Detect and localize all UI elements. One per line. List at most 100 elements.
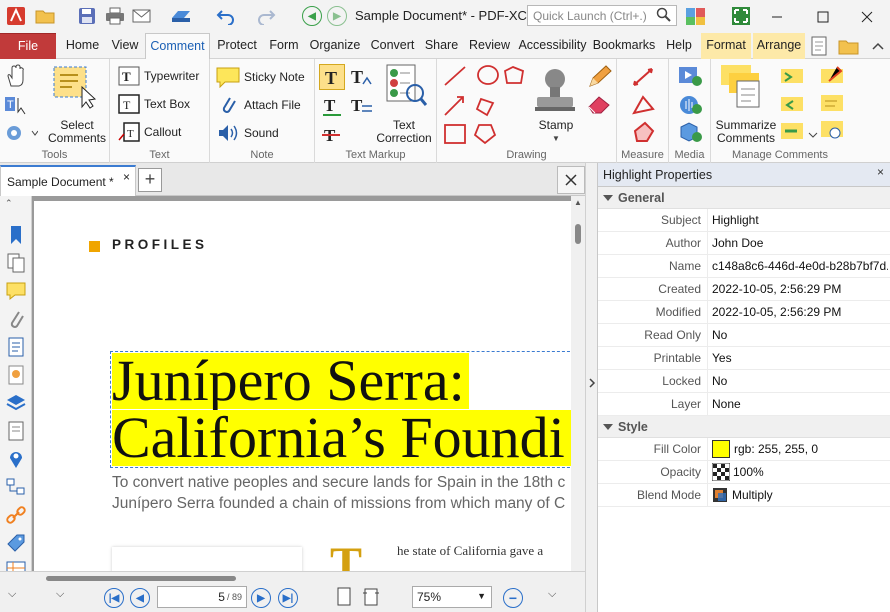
hand-tool-icon[interactable] bbox=[5, 64, 27, 91]
panel-splitter[interactable] bbox=[585, 163, 597, 612]
fill-color-swatch[interactable] bbox=[712, 440, 730, 458]
prop-row-modified[interactable]: Modified 2022-10-05, 2:56:29 PM bbox=[598, 300, 890, 324]
tab-format[interactable]: Format bbox=[701, 33, 751, 59]
redo-icon[interactable] bbox=[255, 5, 277, 27]
prop-row-read-only[interactable]: Read Only No bbox=[598, 323, 890, 347]
forward-icon[interactable]: ▶ bbox=[327, 6, 347, 26]
horizontal-scrollbar[interactable] bbox=[36, 575, 570, 583]
tab-home[interactable]: Home bbox=[61, 33, 104, 59]
hscroll-thumb[interactable] bbox=[46, 576, 236, 581]
insert-text-icon[interactable]: T bbox=[349, 64, 375, 91]
snapshot-icon[interactable] bbox=[4, 123, 39, 146]
tab-view[interactable]: View bbox=[107, 33, 143, 59]
tag-icon[interactable] bbox=[5, 532, 27, 554]
prop-row-printable[interactable]: Printable Yes bbox=[598, 346, 890, 370]
eraser-icon[interactable] bbox=[587, 93, 613, 118]
print-icon[interactable] bbox=[104, 5, 126, 27]
section-general[interactable]: General bbox=[598, 187, 890, 209]
drawing-shapes-icons[interactable] bbox=[443, 63, 535, 147]
zoom-select[interactable]: 75% ▼ bbox=[412, 586, 492, 608]
prop-row-subject[interactable]: Subject Highlight bbox=[598, 208, 890, 232]
email-icon[interactable] bbox=[131, 5, 153, 27]
page-number-input[interactable]: 5 / 89 bbox=[157, 586, 247, 608]
tab-file[interactable]: File bbox=[0, 33, 56, 59]
undo-icon[interactable] bbox=[215, 5, 237, 27]
select-comments-icon[interactable] bbox=[52, 65, 98, 112]
underline-text-icon[interactable]: T bbox=[321, 94, 345, 121]
folder-star-icon[interactable] bbox=[838, 36, 860, 59]
quick-launch-input[interactable]: Quick Launch (Ctrl+.) bbox=[527, 5, 677, 26]
scroll-thumb[interactable] bbox=[575, 224, 581, 244]
prop-row-author[interactable]: Author John Doe bbox=[598, 231, 890, 255]
prop-row-locked[interactable]: Locked No bbox=[598, 369, 890, 393]
comments-icon[interactable] bbox=[5, 280, 27, 302]
measure-tools-icons[interactable] bbox=[631, 65, 657, 145]
prev-page-button[interactable]: ◀ bbox=[130, 588, 150, 608]
media-tools-icons[interactable] bbox=[677, 65, 703, 145]
fit-page-icon[interactable] bbox=[362, 587, 380, 607]
callout-button[interactable]: T Callout bbox=[118, 122, 181, 142]
collapse-right-panel-icon[interactable] bbox=[588, 377, 596, 389]
layers-icon[interactable] bbox=[5, 392, 27, 414]
save-icon[interactable] bbox=[76, 5, 98, 27]
bookmarks-icon[interactable] bbox=[5, 224, 27, 246]
text-correction-button[interactable]: Text Correction bbox=[371, 119, 437, 145]
prop-row-opacity[interactable]: Opacity 100% bbox=[598, 460, 890, 484]
status-more-icon[interactable]: ⌵ bbox=[56, 588, 64, 601]
select-comments-button[interactable]: Select Comments bbox=[46, 119, 108, 145]
select-text-icon[interactable]: T bbox=[4, 94, 30, 119]
back-icon[interactable]: ◀ bbox=[302, 6, 322, 26]
sound-button[interactable]: Sound bbox=[216, 122, 279, 144]
new-tab-button[interactable]: + bbox=[138, 168, 162, 192]
scroll-up-icon[interactable]: ▲ bbox=[574, 198, 582, 207]
prop-row-blend-mode[interactable]: Blend Mode Multiply bbox=[598, 483, 890, 507]
stamp-button[interactable]: Stamp ▼ bbox=[531, 119, 581, 145]
tab-share[interactable]: Share bbox=[421, 33, 462, 59]
summarize-comments-icon[interactable] bbox=[719, 63, 771, 112]
document-tab[interactable]: Sample Document * × bbox=[0, 165, 136, 196]
next-page-button[interactable]: ▶ bbox=[251, 588, 271, 608]
tab-review[interactable]: Review bbox=[464, 33, 515, 59]
tab-protect[interactable]: Protect bbox=[212, 33, 262, 59]
close-document-button[interactable] bbox=[557, 166, 585, 194]
status-overflow-icon[interactable]: ⌵ bbox=[548, 588, 556, 601]
tab-convert[interactable]: Convert bbox=[366, 33, 419, 59]
scan-icon[interactable] bbox=[170, 5, 192, 27]
first-page-button[interactable]: |◀ bbox=[104, 588, 124, 608]
prop-row-name[interactable]: Name c148a8c6-446d-4e0d-b28b7bf7d.. bbox=[598, 254, 890, 278]
zoom-out-button[interactable]: − bbox=[503, 588, 523, 608]
maximize-button[interactable] bbox=[800, 0, 846, 33]
prop-row-fill-color[interactable]: Fill Color rgb: 255, 255, 0 bbox=[598, 437, 890, 461]
last-page-button[interactable]: ▶| bbox=[278, 588, 298, 608]
sticky-note-button[interactable]: Sticky Note bbox=[216, 66, 305, 88]
content-icon[interactable] bbox=[5, 420, 27, 442]
destinations-icon[interactable] bbox=[5, 448, 27, 470]
document-icon[interactable] bbox=[5, 336, 27, 358]
prop-row-created[interactable]: Created 2022-10-05, 2:56:29 PM bbox=[598, 277, 890, 301]
signatures-icon[interactable] bbox=[5, 364, 27, 386]
summarize-comments-button[interactable]: Summarize Comments bbox=[713, 119, 779, 145]
document-properties-icon[interactable] bbox=[810, 36, 832, 59]
prop-row-layer[interactable]: Layer None bbox=[598, 392, 890, 416]
tab-organize[interactable]: Organize bbox=[306, 33, 364, 59]
minimize-button[interactable] bbox=[754, 0, 800, 33]
search-icon[interactable] bbox=[656, 7, 672, 26]
tab-bookmarks[interactable]: Bookmarks bbox=[590, 33, 658, 59]
manage-comments-icons[interactable] bbox=[779, 65, 847, 145]
attach-file-button[interactable]: Attach File bbox=[216, 94, 301, 116]
document-canvas[interactable]: PROFILES Junípero Serra: California’s Fo… bbox=[32, 196, 584, 571]
tab-comment[interactable]: Comment bbox=[145, 33, 210, 59]
links-icon[interactable] bbox=[5, 504, 27, 526]
text-box-button[interactable]: T Text Box bbox=[118, 94, 190, 114]
tab-form[interactable]: Form bbox=[265, 33, 303, 59]
tags-icon[interactable] bbox=[5, 476, 27, 498]
single-page-icon[interactable] bbox=[336, 587, 352, 607]
pages-icon[interactable] bbox=[5, 252, 27, 274]
customize-icon[interactable] bbox=[685, 5, 707, 27]
fullscreen-icon[interactable] bbox=[730, 5, 752, 27]
tab-help[interactable]: Help bbox=[660, 33, 698, 59]
close-button[interactable] bbox=[844, 0, 890, 33]
strikeout-text-icon[interactable]: T bbox=[321, 123, 345, 150]
text-correction-icon[interactable] bbox=[385, 63, 428, 114]
pencil-icon[interactable] bbox=[587, 64, 613, 93]
